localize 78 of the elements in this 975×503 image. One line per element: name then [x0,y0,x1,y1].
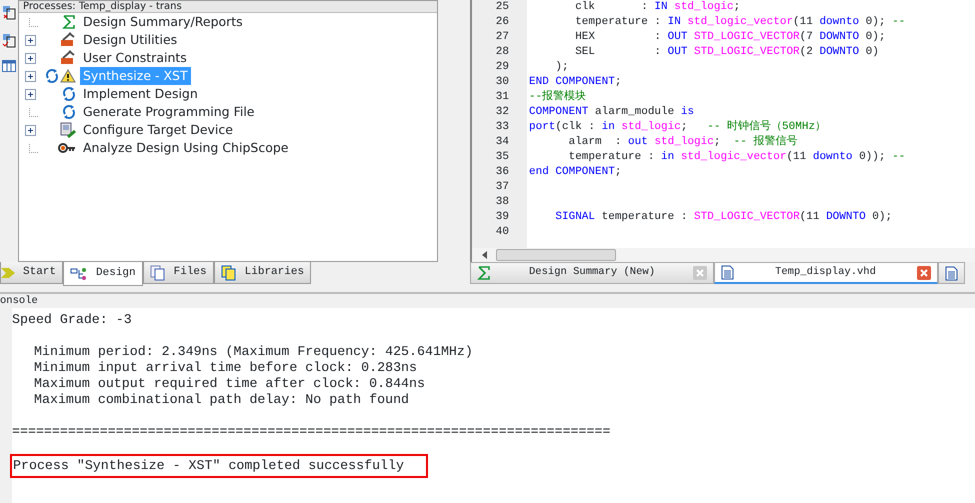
tree-item[interactable]: Configure Target Device [80,120,236,140]
expand-icon[interactable] [25,124,36,136]
panel-tab[interactable]: Files [142,262,214,284]
code-line: alarm : out std_logic; -- 报警信号 [568,135,798,150]
line-number: 39 [494,210,510,225]
panel-title: Processes: Temp_display - trans [19,1,437,13]
scroll-left-icon[interactable] [482,251,488,259]
line-number: 37 [494,180,510,195]
toolbar-icon[interactable] [2,32,16,48]
device-icon [60,122,76,138]
code-line: HEX : OUT STD_LOGIC_VECTOR(7 DOWNTO 0); [574,30,886,45]
refresh-icon [62,87,76,101]
code-line: temperature : in std_logic_vector(11 downto 0)); -- [568,150,906,165]
console-line: Maximum combinational path delay: No path found [34,392,410,407]
console-line: =========================================================================== [12,424,610,439]
expand-icon[interactable] [25,88,36,100]
tools-icon [60,32,76,48]
close-icon[interactable] [917,266,931,280]
expand-icon[interactable] [25,52,36,64]
expand-icon[interactable] [25,70,36,82]
line-number: 29 [494,60,510,75]
probe-icon [58,143,76,153]
panel-tab[interactable]: Design [63,262,143,286]
line-number: 38 [494,195,510,210]
code-line: --报警模块 [529,90,588,105]
editor-tab[interactable]: Temp_display.vhd [714,262,938,284]
line-number: 34 [494,135,510,150]
tree-item[interactable]: Design Summary/Reports [80,12,246,32]
panel-tab[interactable]: Libraries [214,262,312,284]
refresh-icon [45,69,59,83]
console-line: Minimum input arrival time before clock: 0.283ns [34,360,418,375]
code-line: ); [554,60,570,75]
sigma-icon [62,15,76,29]
code-line: SEL : OUT STD_LOGIC_VECTOR(2 DOWNTO 0) [574,45,880,60]
line-number: 27 [494,30,510,45]
expand-icon[interactable] [25,34,36,46]
console-line: Maximum output required time after clock: 0.844ns [34,376,425,391]
tree-item[interactable]: Design Utilities [80,30,180,50]
panel-tab[interactable]: Start [0,262,64,284]
document-icon [945,266,958,280]
line-number: 28 [494,45,510,60]
scrollbar-thumb[interactable] [496,249,616,261]
console-line: Minimum period: 2.349ns (Maximum Frequency: 425.641MHz) [34,344,473,359]
code-line: temperature : IN std_logic_vector(11 downto 0); -- [574,15,906,30]
editor-tab[interactable] [938,262,965,284]
arrow-icon [1,266,15,280]
line-number: 40 [494,225,510,240]
code-line: END COMPONENT; [529,75,622,90]
code-line: port(clk : in std_logic; -- 时钟信号（50MHz） [529,120,828,135]
tree-item[interactable]: Generate Programming File [80,102,258,122]
line-number: 30 [494,75,510,90]
line-number: 36 [494,165,510,180]
code-line: clk : IN std_logic; [574,0,742,15]
line-number: 31 [494,90,510,105]
code-line: COMPONENT alarm_module is [529,105,696,120]
tree-item[interactable]: Analyze Design Using ChipScope [80,138,292,158]
line-number: 32 [494,105,510,120]
table-icon[interactable] [2,60,16,72]
line-number: 33 [494,120,510,135]
line-number: 25 [494,0,510,15]
editor-tab[interactable]: Design Summary (New) [470,262,714,284]
tree-item[interactable]: User Constraints [80,48,190,68]
console-line: Process "Synthesize - XST" completed successfully [12,456,426,476]
warning-icon [60,69,76,83]
files-icon [150,264,166,280]
document-icon [721,265,734,280]
console-line: Speed Grade: -3 [12,312,132,327]
tools-icon [60,50,76,66]
toolbar-icon[interactable] [2,4,16,20]
refresh-icon [62,105,76,119]
libraries-icon [220,264,237,280]
line-number: 35 [494,150,510,165]
line-number: 26 [494,15,510,30]
sigma-icon [477,266,491,280]
tree-item[interactable]: Implement Design [80,84,201,104]
code-line: SIGNAL temperature : STD_LOGIC_VECTOR(11 DOWNTO 0); [554,210,894,225]
hierarchy-icon [70,266,88,280]
code-line: end COMPONENT; [529,165,622,180]
